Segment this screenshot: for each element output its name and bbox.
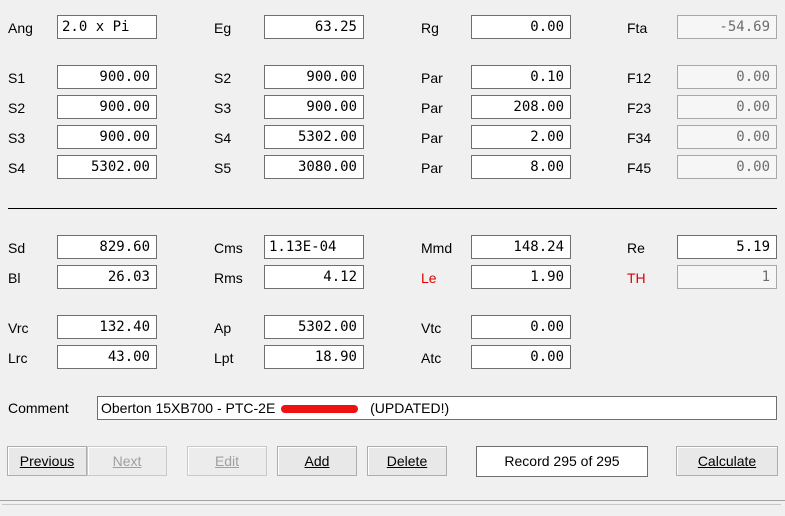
s3-field[interactable]: 900.00 — [57, 125, 157, 149]
mmd-field[interactable]: 148.24 — [471, 235, 571, 259]
s2-label: S2 — [8, 100, 26, 116]
next-button-label: Next — [112, 453, 142, 469]
s4-field[interactable]: 5302.00 — [57, 155, 157, 179]
lpt-field[interactable]: 18.90 — [264, 345, 364, 369]
previous-button[interactable]: Previous — [7, 446, 87, 476]
f45-label: F45 — [627, 160, 652, 176]
f34-label: F34 — [627, 130, 652, 146]
eg-field[interactable]: 63.25 — [264, 15, 364, 39]
fta-label: Fta — [627, 20, 648, 36]
rms-field[interactable]: 4.12 — [264, 265, 364, 289]
th-field: 1 — [677, 265, 777, 289]
s5-field[interactable]: 3080.00 — [264, 155, 364, 179]
f23-label: F23 — [627, 100, 652, 116]
eg-label: Eg — [214, 20, 232, 36]
comment-updated-text: (UPDATED!) — [370, 400, 450, 416]
f12-label: F12 — [627, 70, 652, 86]
bl-label: Bl — [8, 270, 21, 286]
s3-label: S3 — [8, 130, 26, 146]
lpt-label: Lpt — [214, 350, 234, 366]
ap-field[interactable]: 5302.00 — [264, 315, 364, 339]
vrc-label: Vrc — [8, 320, 29, 336]
sd-field[interactable]: 829.60 — [57, 235, 157, 259]
lrc-field[interactable]: 43.00 — [57, 345, 157, 369]
par-field[interactable]: 208.00 — [471, 95, 571, 119]
vrc-field[interactable]: 132.40 — [57, 315, 157, 339]
le-field[interactable]: 1.90 — [471, 265, 571, 289]
f12-field: 0.00 — [677, 65, 777, 89]
lrc-label: Lrc — [8, 350, 28, 366]
par-label: Par — [421, 70, 443, 86]
delete-button[interactable]: Delete — [367, 446, 447, 476]
s4-field[interactable]: 5302.00 — [264, 125, 364, 149]
rms-label: Rms — [214, 270, 243, 286]
s2-field[interactable]: 900.00 — [57, 95, 157, 119]
rg-field[interactable]: 0.00 — [471, 15, 571, 39]
le-label: Le — [421, 270, 437, 286]
add-button-label: Add — [304, 453, 330, 469]
par-field[interactable]: 2.00 — [471, 125, 571, 149]
status-pane — [2, 504, 781, 515]
s5-label: S5 — [214, 160, 232, 176]
th-label: TH — [627, 270, 646, 286]
record-indicator: Record 295 of 295 — [476, 446, 648, 477]
cms-label: Cms — [214, 240, 243, 256]
rg-label: Rg — [421, 20, 439, 36]
mmd-label: Mmd — [421, 240, 453, 256]
section-divider — [8, 208, 777, 209]
par-field[interactable]: 8.00 — [471, 155, 571, 179]
delete-button-label: Delete — [386, 453, 428, 469]
edit-button-label: Edit — [214, 453, 240, 469]
comment-text: Oberton 15XB700 - PTC-2E — [101, 400, 276, 416]
s4-label: S4 — [214, 130, 232, 146]
edit-button[interactable]: Edit — [187, 446, 267, 476]
atc-label: Atc — [421, 350, 442, 366]
calculate-button[interactable]: Calculate — [676, 446, 778, 476]
s3-field[interactable]: 900.00 — [264, 95, 364, 119]
s4-label: S4 — [8, 160, 26, 176]
par-field[interactable]: 0.10 — [471, 65, 571, 89]
comment-label: Comment — [8, 400, 69, 416]
redaction-mark — [281, 405, 359, 414]
sd-label: Sd — [8, 240, 26, 256]
comment-field[interactable]: Oberton 15XB700 - PTC-2E (UPDATED!) — [97, 396, 777, 420]
ang-field[interactable]: 2.0 x Pi — [57, 15, 157, 39]
add-button[interactable]: Add — [277, 446, 357, 476]
vtc-label: Vtc — [421, 320, 442, 336]
vtc-field[interactable]: 0.00 — [471, 315, 571, 339]
s1-field[interactable]: 900.00 — [57, 65, 157, 89]
re-label: Re — [627, 240, 645, 256]
s2-label: S2 — [214, 70, 232, 86]
next-button[interactable]: Next — [87, 446, 167, 476]
f45-field: 0.00 — [677, 155, 777, 179]
ap-label: Ap — [214, 320, 232, 336]
f34-field: 0.00 — [677, 125, 777, 149]
fta-field: -54.69 — [677, 15, 777, 39]
par-label: Par — [421, 100, 443, 116]
s3-label: S3 — [214, 100, 232, 116]
calculate-button-label: Calculate — [697, 453, 757, 469]
f23-field: 0.00 — [677, 95, 777, 119]
bl-field[interactable]: 26.03 — [57, 265, 157, 289]
ang-label: Ang — [8, 20, 33, 36]
previous-button-label: Previous — [19, 453, 75, 469]
par-label: Par — [421, 130, 443, 146]
re-field[interactable]: 5.19 — [677, 235, 777, 259]
s1-label: S1 — [8, 70, 26, 86]
cms-field[interactable]: 1.13E-04 — [264, 235, 364, 259]
par-label: Par — [421, 160, 443, 176]
status-bar — [0, 500, 785, 516]
s2-field[interactable]: 900.00 — [264, 65, 364, 89]
atc-field[interactable]: 0.00 — [471, 345, 571, 369]
